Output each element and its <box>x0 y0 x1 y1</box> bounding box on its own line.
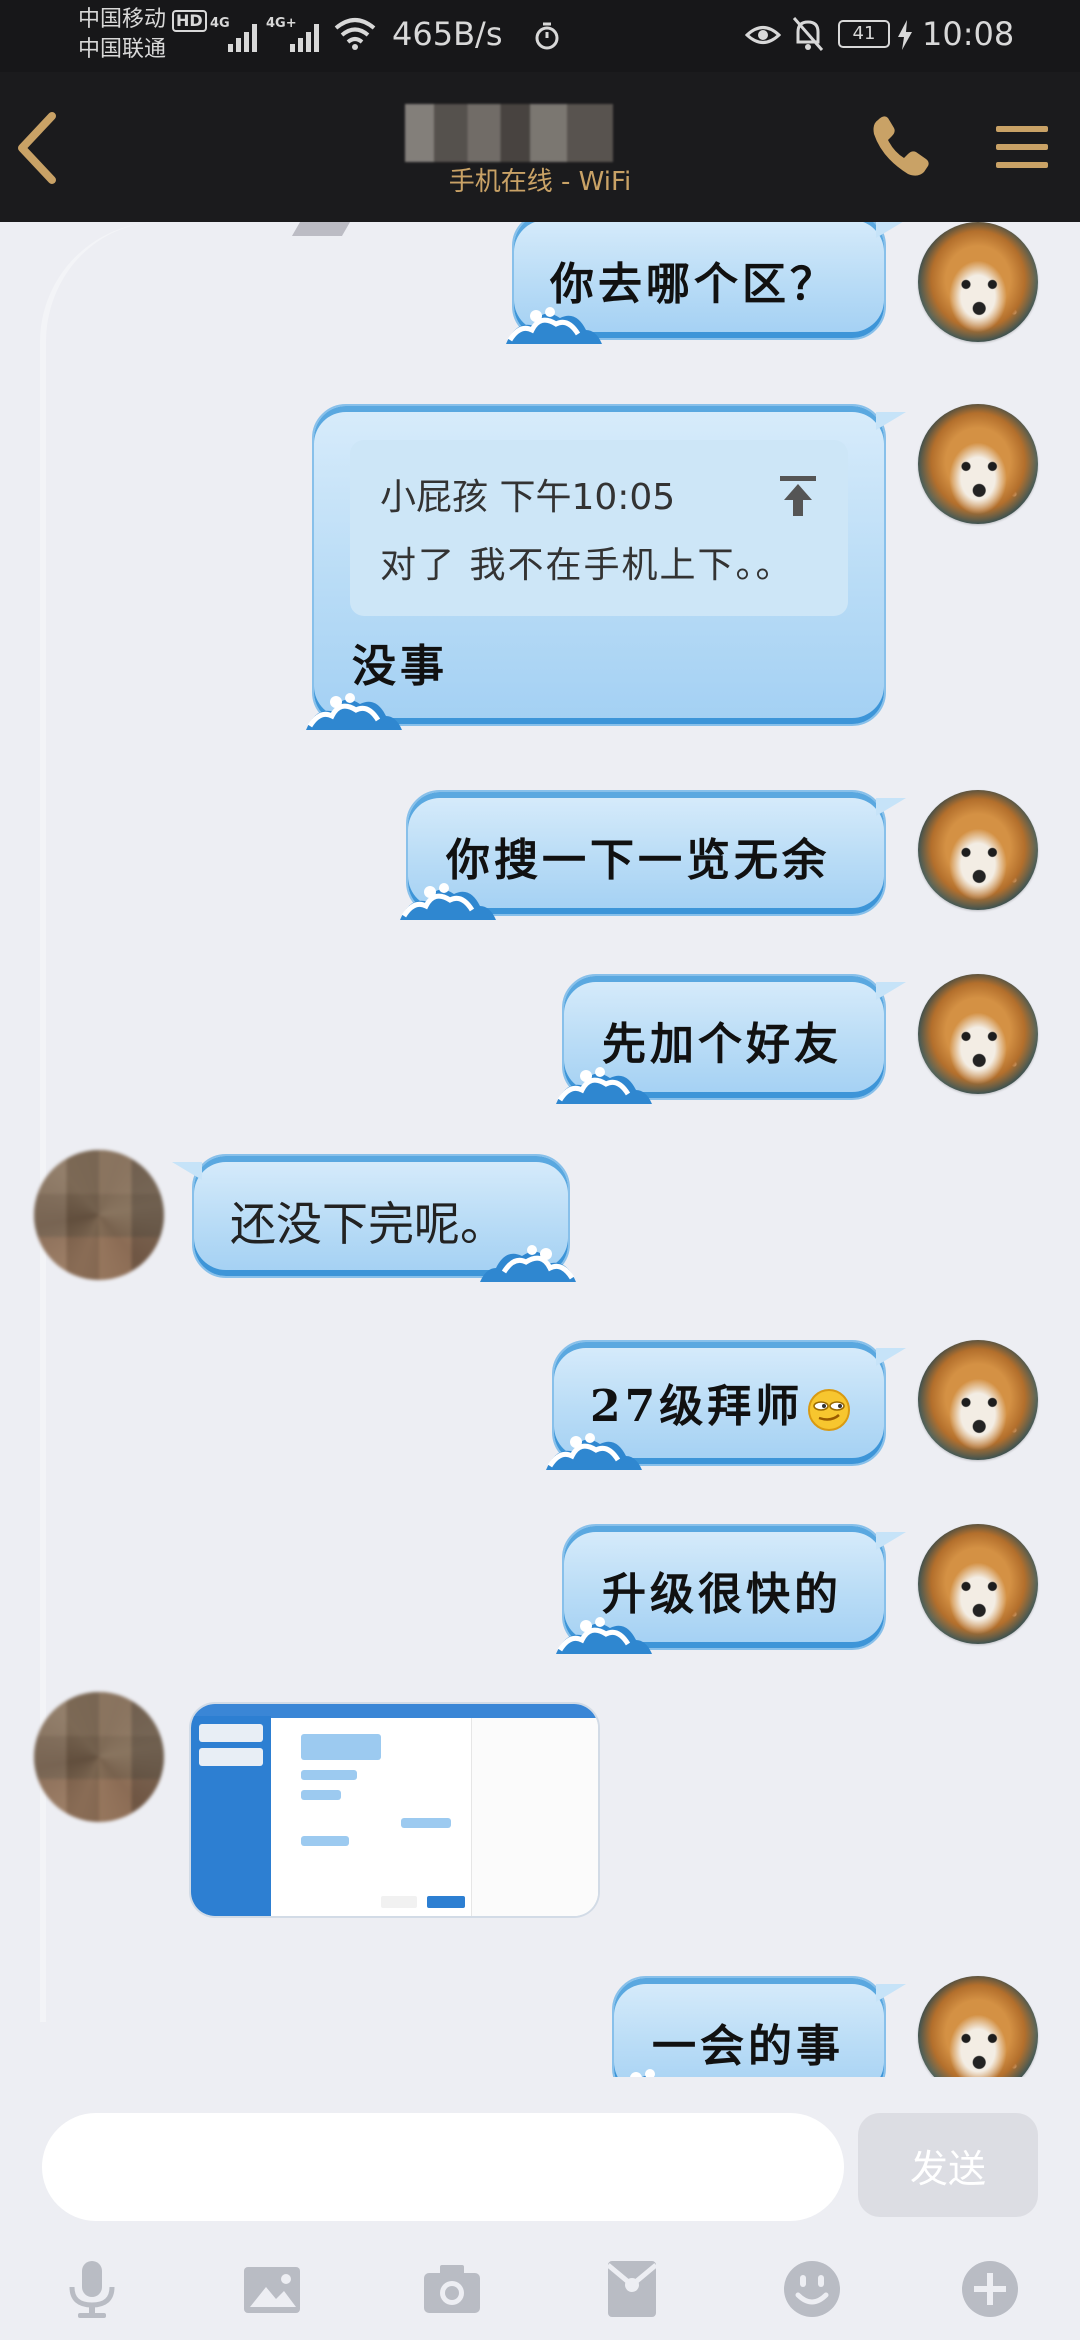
message-bubble-out[interactable]: 一会的事 <box>612 1976 906 2077</box>
image-message[interactable] <box>191 1704 598 1916</box>
message-text: 一会的事 <box>652 2021 844 2072</box>
my-avatar[interactable] <box>918 1524 1038 1644</box>
image-icon[interactable] <box>240 2257 304 2321</box>
message-text: 先加个好友 <box>602 1019 842 1070</box>
signal-2-icon: 4G+ <box>266 12 326 52</box>
my-avatar[interactable] <box>918 222 1038 342</box>
signal-1-icon: 4G <box>210 12 260 52</box>
message-text: 27级拜师 <box>590 1381 804 1432</box>
quoted-message[interactable]: 小屁孩 下午10:05 对了 我不在手机上下。。 <box>350 440 848 616</box>
message-text: 还没下完呢。 <box>230 1197 506 1251</box>
my-avatar[interactable] <box>918 1340 1038 1460</box>
carrier-2: 中国联通 <box>78 37 167 62</box>
hd-badge: HD <box>172 10 207 32</box>
thumb-sidebar <box>191 1716 271 1916</box>
message-text: 你去哪个区？ <box>550 259 838 310</box>
my-avatar[interactable] <box>918 1976 1038 2077</box>
input-bar: 发送 <box>0 2077 1080 2340</box>
smirk-emoji-icon <box>808 1388 851 1431</box>
send-button[interactable]: 发送 <box>858 2113 1038 2217</box>
message-bubble-out[interactable]: 你去哪个区？ <box>506 222 906 344</box>
red-packet-icon[interactable] <box>600 2257 664 2321</box>
emoji-icon[interactable] <box>780 2257 844 2321</box>
battery-indicator: 41 <box>838 20 890 48</box>
bell-mute-icon <box>792 17 824 51</box>
wifi-icon <box>334 18 376 50</box>
my-avatar[interactable] <box>918 790 1038 910</box>
status-bar: 中国移动 HD 中国联通 4G 4G+ 465B/s 41 10:08 <box>0 0 1080 72</box>
thumb-right-panel <box>471 1718 598 1916</box>
timer-icon <box>535 22 559 50</box>
charging-bolt-icon <box>898 20 912 50</box>
message-bubble-out[interactable]: 先加个好友 <box>556 974 906 1104</box>
contact-name-redacted <box>405 104 613 162</box>
eye-icon <box>745 26 781 44</box>
jump-to-quote-icon[interactable] <box>778 474 818 518</box>
message-bubble-out[interactable]: 你搜一下一览无余 <box>400 790 906 920</box>
contact-avatar[interactable] <box>34 1150 164 1280</box>
message-bubble-in[interactable]: 还没下完呢。 <box>172 1154 576 1282</box>
quote-header: 小屁孩 下午10:05 <box>380 477 676 518</box>
net-speed: 465B/s <box>392 15 503 53</box>
camera-icon[interactable] <box>420 2257 484 2321</box>
message-bubble-out[interactable]: 升级很快的 <box>556 1524 906 1654</box>
quote-body: 对了 我不在手机上下。。 <box>380 545 794 586</box>
phone-call-icon[interactable] <box>868 114 932 180</box>
my-avatar[interactable] <box>918 974 1038 1094</box>
mic-icon[interactable] <box>60 2257 124 2321</box>
message-text: 升级很快的 <box>602 1569 842 1620</box>
clock: 10:08 <box>922 15 1015 53</box>
decorative-tab <box>291 222 351 236</box>
message-bubble-out[interactable]: 27级拜师 <box>546 1340 906 1470</box>
message-list[interactable]: 你去哪个区？ 小屁孩 下午10:05 对了 我不在手机上下。。 没事 你搜一下一… <box>0 222 1080 2077</box>
contact-avatar[interactable] <box>34 1692 164 1822</box>
message-text: 没事 <box>352 641 448 692</box>
my-avatar[interactable] <box>918 404 1038 524</box>
message-bubble-out-quote[interactable]: 小屁孩 下午10:05 对了 我不在手机上下。。 没事 <box>306 404 906 730</box>
carrier-1: 中国移动 <box>78 7 167 32</box>
plus-icon[interactable] <box>958 2257 1022 2321</box>
message-input[interactable] <box>42 2113 844 2221</box>
menu-icon[interactable] <box>994 122 1050 172</box>
message-text: 你搜一下一览无余 <box>446 835 830 886</box>
